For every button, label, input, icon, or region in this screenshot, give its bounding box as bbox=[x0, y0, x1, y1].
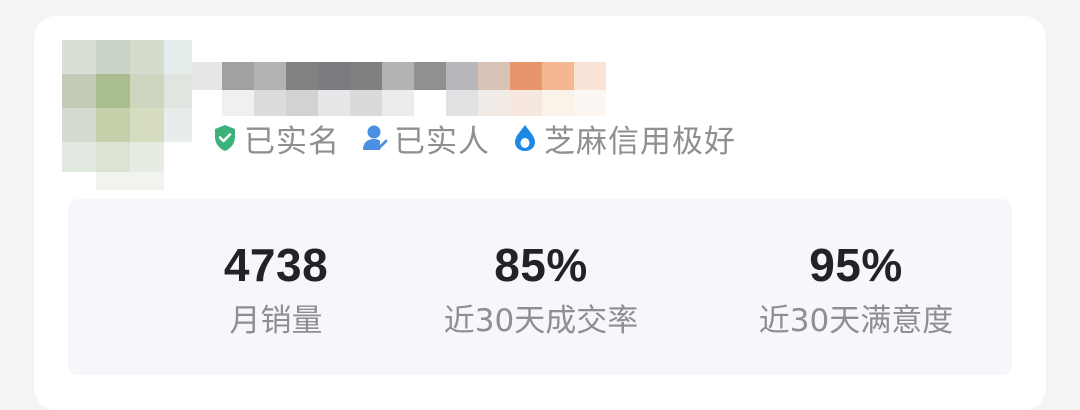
badge-real-person[interactable]: 已实人 bbox=[362, 116, 490, 161]
stat-value: 4738 bbox=[223, 239, 329, 291]
stat-caption: 近30天成交率 bbox=[443, 303, 639, 339]
stats-panel: 4738 月销量 85% 近30天成交率 95% 近30天满意度 bbox=[68, 199, 1012, 375]
stat-monthly-sales: 4738 月销量 bbox=[126, 239, 426, 341]
verification-badges: 已实名 已实人 芝麻信用极好 bbox=[212, 116, 758, 160]
sesame-credit-icon bbox=[512, 123, 538, 153]
badge-real-name[interactable]: 已实名 bbox=[212, 116, 340, 161]
stat-value: 85% bbox=[494, 239, 588, 291]
stat-deal-rate: 85% 近30天成交率 bbox=[391, 239, 691, 341]
person-check-icon bbox=[362, 123, 388, 153]
badge-label: 已实名 bbox=[244, 123, 340, 160]
stat-value: 95% bbox=[809, 239, 903, 291]
stat-caption: 近30天满意度 bbox=[758, 303, 954, 339]
shield-check-icon bbox=[212, 123, 238, 153]
stat-caption: 月销量 bbox=[229, 303, 323, 339]
badge-sesame-credit[interactable]: 芝麻信用极好 bbox=[512, 116, 736, 161]
badge-label: 芝麻信用极好 bbox=[544, 123, 736, 160]
badge-label: 已实人 bbox=[394, 123, 490, 160]
stat-satisfaction: 95% 近30天满意度 bbox=[706, 239, 1006, 341]
avatar[interactable] bbox=[62, 40, 192, 190]
